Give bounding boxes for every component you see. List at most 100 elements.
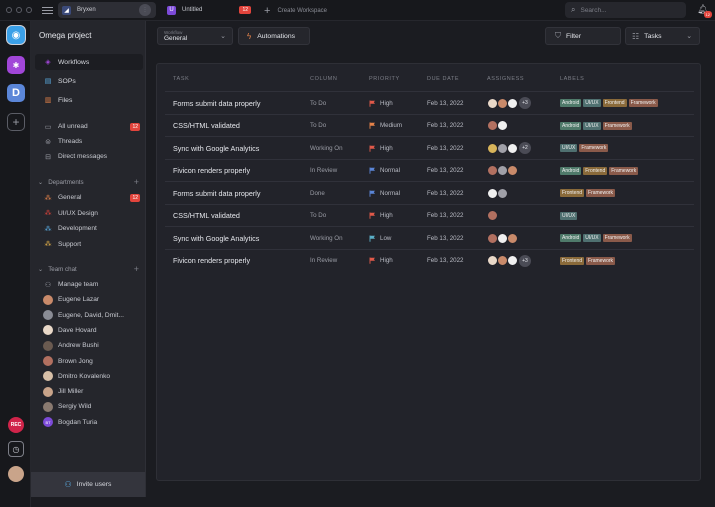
sidebar-item-workflows[interactable]: ◈ Workflows <box>35 54 143 70</box>
add-team-chat-button[interactable]: + <box>134 264 139 274</box>
priority-cell[interactable]: Low <box>369 227 391 249</box>
table-row[interactable]: Sync with Google Analytics Working On Low F… <box>165 226 694 248</box>
workflow-select[interactable]: Workflow General ⌄ <box>157 27 233 45</box>
sidebar-item-direct-messages[interactable]: ⊟ Direct messages <box>43 150 143 163</box>
record-button[interactable]: REC <box>8 417 24 433</box>
add-department-button[interactable]: + <box>134 177 139 187</box>
task-name[interactable]: Forms submit data properly <box>173 92 260 114</box>
department-item[interactable]: ⁂ UI/UX Design <box>43 207 143 220</box>
more-assignees-badge[interactable]: +3 <box>519 97 531 109</box>
team-chat-label: Dmitro Kovalenko <box>58 372 111 380</box>
add-workspace-button[interactable]: + <box>7 113 25 131</box>
table-row[interactable]: Sync with Google Analytics Working On High… <box>165 136 694 158</box>
sidebar-item-files[interactable]: ▥ Files <box>35 92 143 108</box>
maximize-window-button[interactable] <box>26 7 32 13</box>
sidebar-item-all-unread[interactable]: ▭ All unread 12 <box>43 120 143 133</box>
task-name[interactable]: Fivicon renders properly <box>173 250 250 272</box>
task-name[interactable]: Sync with Google Analytics <box>173 137 259 159</box>
view-select[interactable]: ☷ Tasks ⌄ <box>625 27 700 45</box>
table-row[interactable]: Forms submit data properly Done Normal Feb … <box>165 181 694 203</box>
header-column[interactable]: COLUMN <box>310 76 337 82</box>
more-assignees-badge[interactable]: +3 <box>519 254 531 267</box>
clock-icon[interactable]: ◷ <box>8 441 24 457</box>
assignees[interactable] <box>487 160 518 182</box>
team-chat-item[interactable]: Brown Jong <box>43 355 143 368</box>
table-row[interactable]: CSS/HTML validated To Do High Feb 13, 2022 U… <box>165 203 694 227</box>
notifications-button[interactable]: 🔔︎ 12 <box>697 4 712 18</box>
automations-button[interactable]: ϟ Automations <box>238 27 310 45</box>
team-chat-item[interactable]: Eugene Lazar <box>43 293 143 306</box>
sops-icon: ▤ <box>44 78 52 85</box>
header-labels[interactable]: LABELS <box>560 76 584 82</box>
menu-icon[interactable] <box>42 6 53 14</box>
task-name[interactable]: CSS/HTML validated <box>173 205 240 227</box>
workspace-d[interactable]: D <box>7 84 25 102</box>
department-item[interactable]: ⁂ Support <box>43 238 143 251</box>
assignees[interactable]: +2 <box>487 137 531 159</box>
table-row[interactable]: CSS/HTML validated To Do Medium Feb 13, 202… <box>165 113 694 137</box>
team-chat-item[interactable]: BT Bogdan Turia <box>43 416 143 429</box>
sidebar-item-sops[interactable]: ▤ SOPs <box>35 73 143 89</box>
assignees[interactable]: +3 <box>487 92 531 114</box>
priority-cell[interactable]: Normal <box>369 160 400 182</box>
assignees[interactable]: +3 <box>487 250 531 272</box>
avatar <box>43 371 53 382</box>
assignee-avatar[interactable] <box>497 187 508 199</box>
team-chat-item[interactable]: Dave Hovard <box>43 324 143 337</box>
filter-button[interactable]: ⛉ Filter <box>545 27 621 45</box>
team-chat-item[interactable]: Jill Miller <box>43 385 143 398</box>
invite-users-button[interactable]: ⚇ Invite users <box>31 472 145 497</box>
team-chat-item[interactable]: ⚇ Manage team <box>43 278 143 291</box>
sidebar-item-threads[interactable]: ⊜ Threads <box>43 135 143 148</box>
assignee-avatar[interactable] <box>507 232 518 244</box>
team-chat-item[interactable]: Sergiy Wild <box>43 400 143 413</box>
assignee-avatar[interactable] <box>507 142 518 154</box>
assignee-avatar[interactable] <box>507 165 518 176</box>
header-due-date[interactable]: DUE DATE <box>427 76 459 82</box>
search-input[interactable]: ⌕ Search... <box>565 2 686 18</box>
assignee-avatar[interactable] <box>497 120 508 131</box>
task-name[interactable]: Fivicon renders properly <box>173 160 250 182</box>
team-chat-item[interactable]: Dmitro Kovalenko <box>43 370 143 383</box>
department-item[interactable]: ⁂ Development <box>43 222 143 235</box>
header-assigness[interactable]: ASSIGNESS <box>487 76 524 82</box>
priority-cell[interactable]: High <box>369 137 393 159</box>
team-chat-item[interactable]: Eugene, David, Dmit... <box>43 309 143 322</box>
task-name[interactable]: Forms submit data properly <box>173 182 260 204</box>
table-row[interactable]: Fivicon renders properly In Review High Feb… <box>165 248 694 272</box>
assignee-avatar[interactable] <box>507 97 518 109</box>
minimize-window-button[interactable] <box>16 7 22 13</box>
task-name[interactable]: Sync with Google Analytics <box>173 227 259 249</box>
assignees[interactable] <box>487 205 498 227</box>
priority-cell[interactable]: High <box>369 92 393 114</box>
team-chat-item[interactable]: Andrew Bushi <box>43 339 143 352</box>
priority-cell[interactable]: Normal <box>369 182 400 204</box>
departments-header[interactable]: ⌄ Departments + <box>38 177 142 187</box>
assignees[interactable] <box>487 115 508 137</box>
more-icon[interactable]: ⋮ <box>139 4 151 16</box>
more-assignees-badge[interactable]: +2 <box>519 142 531 154</box>
sidebar-item-label: Workflows <box>58 58 90 66</box>
workspace-tab-untitled[interactable]: U Untitled 12 <box>163 2 255 18</box>
app-window: ◢ Bryxen ⋮ U Untitled 12 + Create Worksp… <box>0 0 715 507</box>
table-row[interactable]: Forms submit data properly To Do High Feb 1… <box>165 91 694 113</box>
team-chat-header[interactable]: ⌄ Team chat + <box>38 264 142 274</box>
workspace-purple[interactable]: ✱ <box>7 56 25 74</box>
department-item[interactable]: ⁂ General 12 <box>43 191 143 204</box>
priority-cell[interactable]: Medium <box>369 115 402 137</box>
task-name[interactable]: CSS/HTML validated <box>173 115 240 137</box>
assignees[interactable] <box>487 227 518 249</box>
header-priority[interactable]: PRIORITY <box>369 76 400 82</box>
assignee-avatar[interactable] <box>487 210 498 221</box>
priority-cell[interactable]: High <box>369 250 393 272</box>
workspace-tab-bryxen[interactable]: ◢ Bryxen ⋮ <box>58 2 156 18</box>
assignee-avatar[interactable] <box>507 255 518 266</box>
priority-cell[interactable]: High <box>369 205 393 227</box>
close-window-button[interactable] <box>6 7 12 13</box>
header-task[interactable]: TASK <box>173 76 189 82</box>
assignees[interactable] <box>487 182 508 204</box>
create-workspace-button[interactable]: + Create Workspace <box>264 5 327 17</box>
user-avatar[interactable] <box>8 466 24 482</box>
table-row[interactable]: Fivicon renders properly In Review Normal F… <box>165 158 694 182</box>
workspace-omega[interactable]: ◉ <box>7 26 25 44</box>
